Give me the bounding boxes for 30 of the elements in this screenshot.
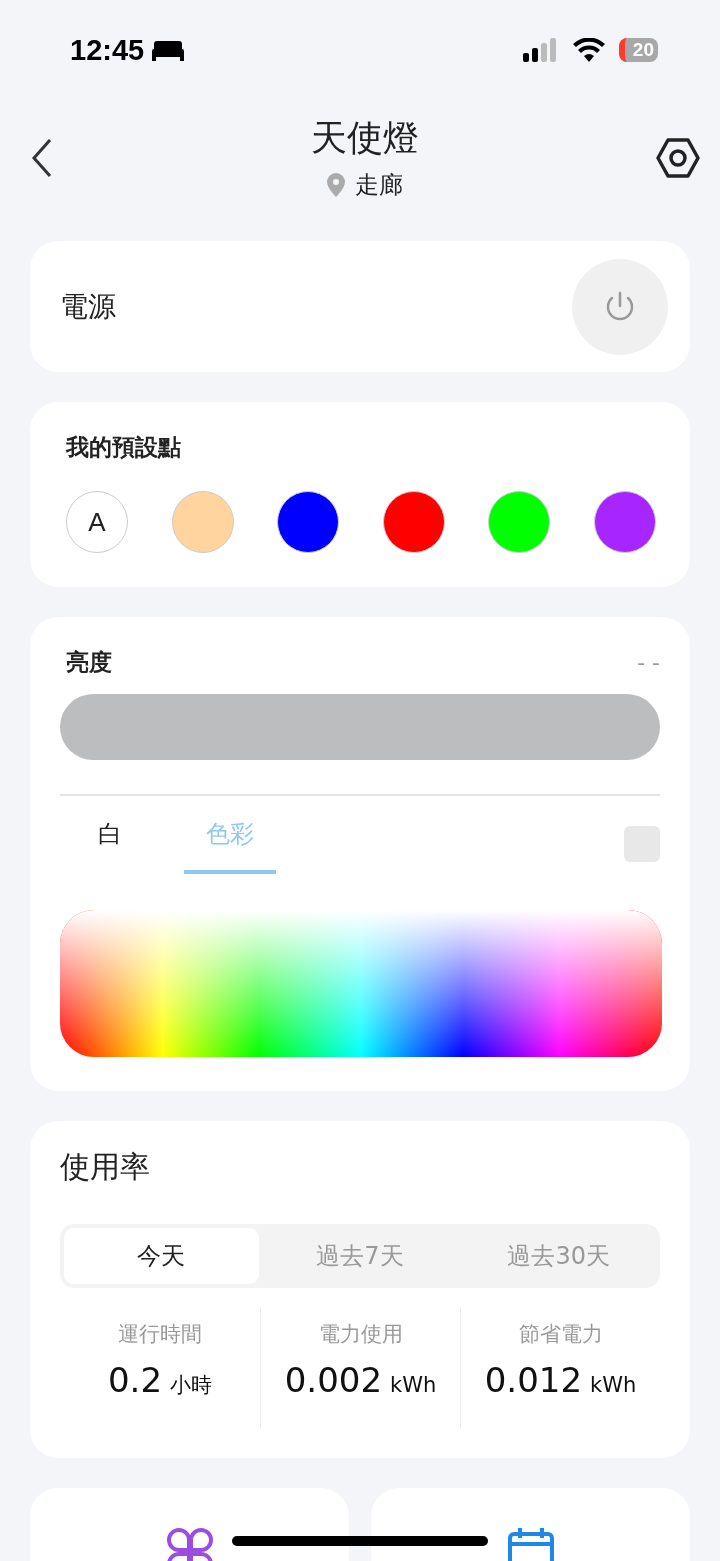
signal-icon — [522, 38, 559, 62]
stat-value: 0.002 — [284, 1360, 383, 1400]
location-label: 走廊 — [355, 170, 403, 201]
back-icon[interactable] — [30, 137, 54, 178]
stat-unit: 小時 — [170, 1372, 213, 1399]
status-time: 12:45 — [70, 33, 145, 67]
location-pin-icon — [327, 173, 345, 197]
clover-icon — [164, 1528, 215, 1561]
bed-icon — [152, 39, 185, 61]
stat-label: 電力使用 — [318, 1321, 403, 1348]
period-tab[interactable]: 今天 — [64, 1228, 259, 1284]
stat-unit: kWh — [390, 1373, 437, 1397]
mode-tab[interactable]: 白 — [76, 814, 144, 874]
battery-level: 20 — [618, 38, 658, 62]
stat-value: 0.2 — [107, 1360, 163, 1400]
power-label: 電源 — [60, 288, 116, 325]
wifi-icon — [572, 38, 605, 62]
brightness-title: 亮度 — [66, 648, 112, 677]
stat-label: 節省電力 — [518, 1321, 603, 1348]
stat-label: 運行時間 — [118, 1321, 202, 1348]
settings-icon[interactable] — [656, 137, 700, 178]
stat-unit: kWh — [590, 1373, 637, 1397]
usage-title: 使用率 — [60, 1148, 151, 1186]
presets-title: 我的預設點 — [66, 433, 182, 462]
brightness-reading: - - — [637, 650, 660, 675]
stat-value: 0.012 — [484, 1360, 583, 1400]
preset-auto-button[interactable]: A — [66, 491, 128, 553]
color-spectrum-picker[interactable] — [60, 910, 662, 1057]
calendar-icon — [505, 1528, 556, 1561]
device-title: 天使燈 — [311, 116, 419, 160]
